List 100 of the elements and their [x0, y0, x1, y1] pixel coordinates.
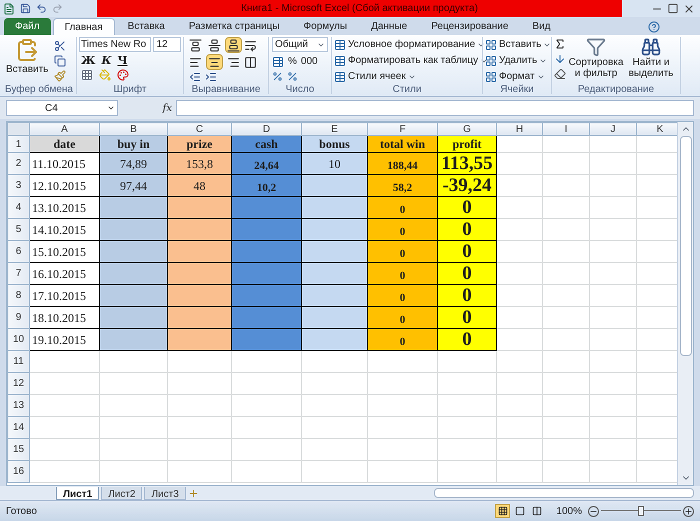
thousands-button[interactable]: 000 — [300, 54, 318, 69]
sheet-tab[interactable]: Лист2 — [101, 486, 142, 500]
styles-menu-button[interactable]: Форматировать как таблицу — [334, 53, 488, 68]
align-button[interactable] — [206, 54, 223, 70]
column-header[interactable]: B — [100, 122, 168, 136]
grid-icon — [498, 506, 508, 516]
cells-menu-button[interactable]: Формат — [485, 69, 545, 84]
ribbon-tab[interactable]: Данные — [360, 18, 418, 35]
row-header[interactable]: 5 — [8, 218, 30, 240]
align-button[interactable] — [187, 37, 204, 53]
column-header[interactable]: K — [636, 122, 677, 136]
scroll-thumb[interactable] — [680, 136, 692, 356]
column-header[interactable]: C — [168, 122, 232, 136]
name-box[interactable]: C4 — [6, 100, 118, 116]
align-button[interactable] — [206, 37, 223, 53]
borders-icon[interactable] — [81, 69, 93, 81]
column-title-cell: date — [30, 136, 100, 152]
zoom-in-icon[interactable] — [683, 506, 694, 516]
font-name-field[interactable]: Times New Ro — [79, 37, 152, 52]
ribbon-tab[interactable]: Разметка страницы — [178, 18, 291, 35]
save-icon[interactable] — [20, 3, 31, 14]
row-header[interactable]: 8 — [8, 284, 30, 306]
zoom-slider[interactable] — [601, 505, 681, 517]
formula-input[interactable] — [176, 100, 694, 116]
indent-increase-icon[interactable] — [205, 71, 217, 83]
table-cell: 0 — [368, 218, 438, 240]
ribbon-tab[interactable]: Рецензирование — [420, 18, 520, 35]
table-cell: 0 — [368, 240, 438, 262]
row-header[interactable]: 11 — [8, 350, 30, 372]
column-header[interactable]: F — [368, 122, 438, 136]
file-tab[interactable]: Файл — [4, 18, 51, 35]
sheet-tab[interactable]: Лист3 — [144, 486, 186, 500]
indent-decrease-icon[interactable] — [189, 71, 201, 83]
column-header[interactable]: E — [302, 122, 368, 136]
column-header[interactable]: D — [232, 122, 302, 136]
new-sheet-icon[interactable] — [188, 488, 199, 498]
row-header[interactable]: 4 — [8, 196, 30, 218]
row-header[interactable]: 7 — [8, 262, 30, 284]
wrap-text-icon[interactable] — [244, 38, 257, 52]
table-cell: 19.10.2015 — [30, 328, 100, 350]
column-header[interactable]: H — [496, 122, 542, 136]
styles-menu-button[interactable]: Условное форматирование — [334, 37, 486, 52]
function-label[interactable]: fx — [122, 100, 172, 116]
zoom-out-icon[interactable] — [588, 506, 599, 516]
row-header[interactable]: 12 — [8, 372, 30, 394]
group-label: Буфер обмена — [4, 84, 74, 96]
table-cell: 10 — [302, 152, 368, 174]
horizontal-scrollbar[interactable] — [434, 488, 694, 498]
grid-icon — [485, 70, 497, 82]
row-header[interactable]: 15 — [8, 438, 30, 460]
ribbon-tab[interactable]: Вставка — [116, 18, 176, 35]
scissors-icon[interactable] — [54, 40, 66, 52]
row-header[interactable]: 3 — [8, 174, 30, 196]
find-select-button[interactable]: Найти и выделить — [626, 37, 676, 84]
column-header[interactable]: A — [30, 122, 100, 136]
row-header[interactable]: 6 — [8, 240, 30, 262]
view-button[interactable] — [495, 504, 510, 518]
row-header[interactable]: 1 — [8, 136, 30, 152]
table-cell: 48 — [168, 174, 232, 196]
cells-menu-button[interactable]: Вставить — [485, 37, 552, 52]
eraser-icon[interactable] — [554, 68, 566, 80]
row-header[interactable]: 13 — [8, 394, 30, 416]
ribbon-tab[interactable]: Вид — [521, 18, 562, 35]
clipboard-icon — [15, 38, 40, 62]
font-size-field[interactable]: 12 — [153, 37, 181, 52]
sheet-tab[interactable]: Лист1 — [56, 486, 100, 500]
number-format-field[interactable]: Общий — [272, 37, 328, 52]
bold-button[interactable]: Ж — [81, 54, 96, 67]
column-header[interactable]: I — [542, 122, 590, 136]
row-header[interactable]: 16 — [8, 460, 30, 482]
column-title-cell: total win — [368, 136, 438, 152]
page-icon — [514, 506, 525, 516]
row-header[interactable]: 9 — [8, 306, 30, 328]
undo-icon[interactable] — [36, 3, 47, 14]
cells-menu-button[interactable]: Удалить — [485, 53, 548, 68]
styles-menu-button[interactable]: Стили ячеек — [334, 69, 416, 84]
fill-color-icon[interactable] — [99, 69, 111, 81]
percent-button[interactable]: % — [288, 54, 297, 69]
help-icon[interactable] — [648, 21, 660, 33]
row-header[interactable]: 2 — [8, 152, 30, 174]
column-header[interactable]: J — [590, 122, 636, 136]
copy-icon[interactable] — [54, 55, 66, 67]
row-header[interactable]: 10 — [8, 328, 30, 350]
column-header[interactable]: G — [438, 122, 496, 136]
vertical-scrollbar[interactable] — [677, 122, 693, 485]
align-button[interactable] — [225, 37, 242, 53]
underline-button[interactable]: Ч — [117, 54, 128, 67]
italic-button[interactable]: К — [101, 54, 112, 67]
fill-down-icon[interactable] — [554, 53, 566, 65]
zoom-thumb[interactable] — [638, 506, 644, 516]
ribbon-tab[interactable]: Формулы — [292, 18, 358, 35]
ribbon-tab[interactable]: Главная — [52, 18, 115, 35]
sum-icon[interactable] — [554, 38, 566, 50]
brush-icon[interactable] — [54, 70, 66, 82]
maximize-icon[interactable] — [666, 2, 680, 14]
column-title-cell: bonus — [302, 136, 368, 152]
table-icon — [334, 54, 346, 66]
paste-button[interactable]: Вставить — [6, 38, 48, 75]
sort-filter-button[interactable]: Сортировка и фильтр — [570, 37, 622, 84]
row-header[interactable]: 14 — [8, 416, 30, 438]
